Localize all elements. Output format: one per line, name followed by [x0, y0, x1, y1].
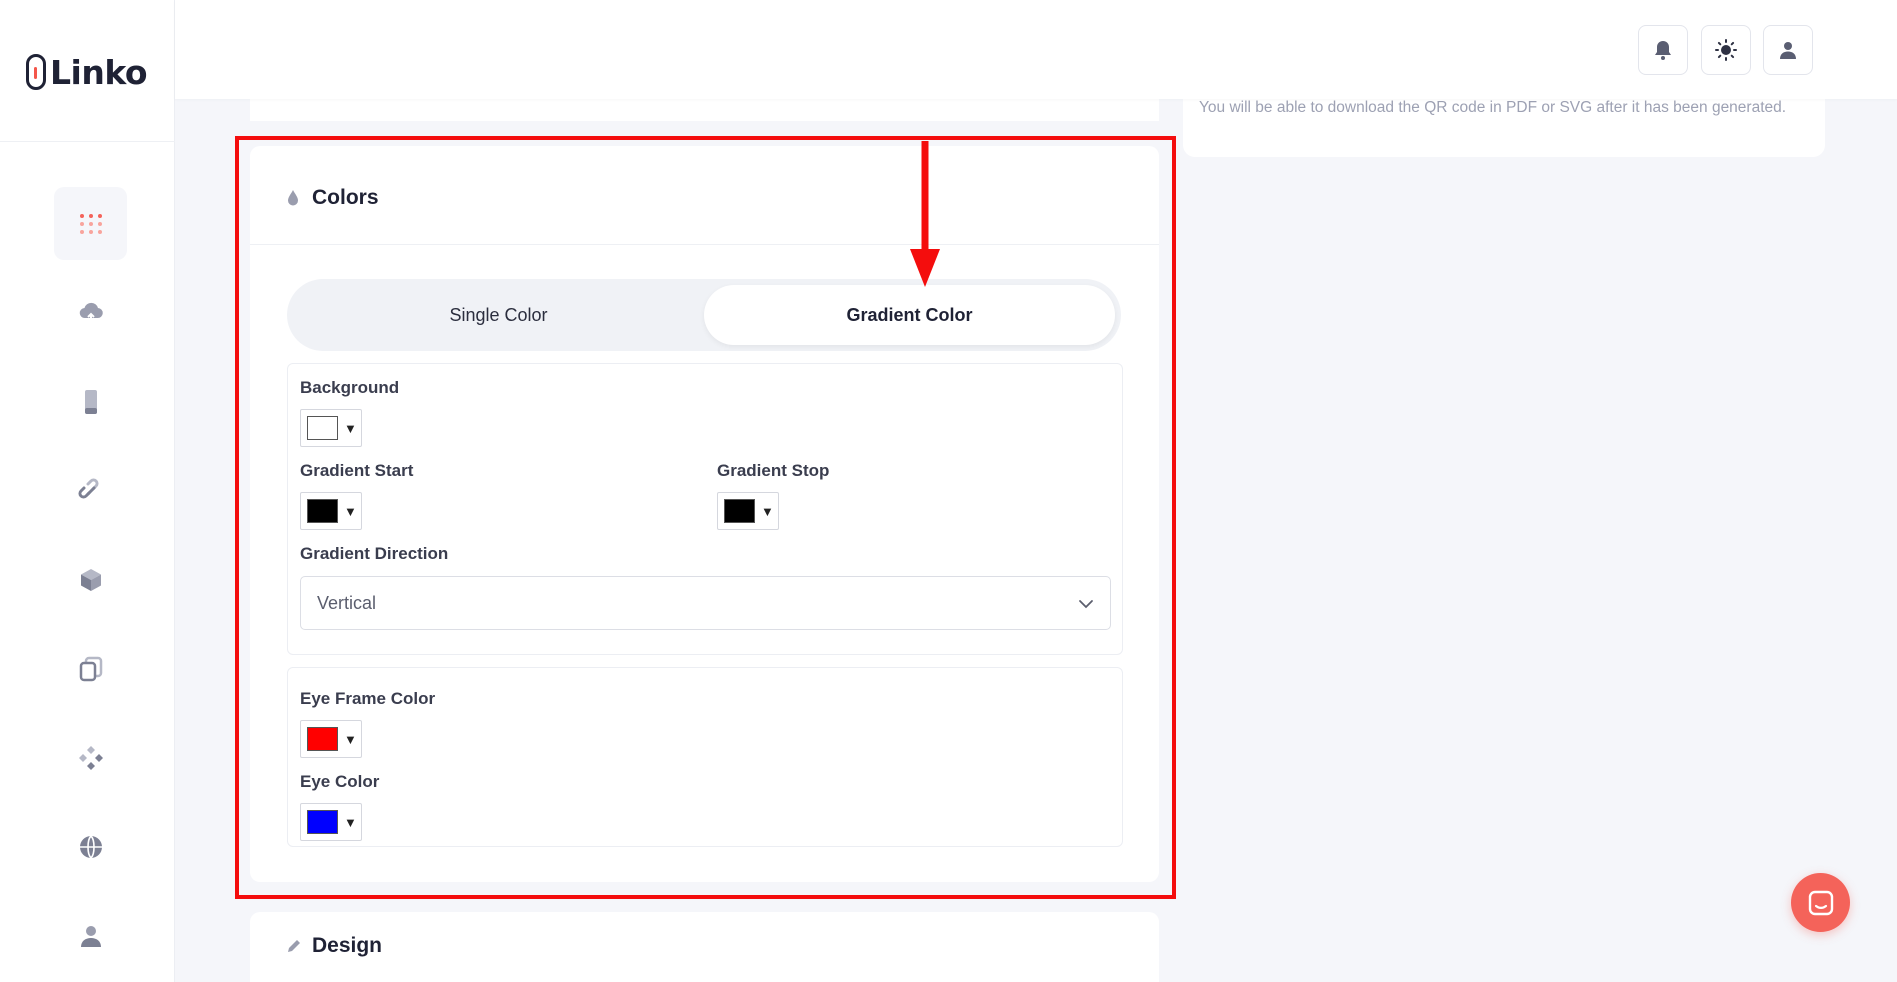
colors-header[interactable]: Colors — [286, 186, 379, 210]
user-icon — [1780, 42, 1796, 59]
gradient-stop-color-chip — [724, 499, 755, 523]
user-icon — [80, 925, 101, 947]
sidebar: Linko — [0, 0, 175, 982]
eye-color-chip — [307, 810, 338, 834]
mobile-phone-icon — [84, 389, 97, 414]
diamond-grid-icon — [78, 745, 103, 770]
tab-single-color[interactable]: Single Color — [293, 285, 704, 345]
eye-colors-panel: Eye Frame Color ▼ Eye Color ▼ — [287, 667, 1123, 847]
caret-down-icon: ▼ — [344, 420, 357, 436]
colors-divider — [250, 244, 1159, 245]
sidebar-divider — [0, 141, 175, 142]
caret-down-icon: ▼ — [344, 503, 357, 519]
sidebar-item-mobile[interactable] — [54, 365, 127, 438]
gradient-direction-value: Vertical — [317, 592, 377, 613]
colors-title: Colors — [312, 186, 379, 209]
design-card: Design — [250, 912, 1159, 982]
theme-toggle-button[interactable] — [1701, 25, 1751, 75]
sidebar-item-pages[interactable] — [54, 632, 127, 705]
eye-frame-color-label: Eye Frame Color — [300, 689, 436, 708]
sidebar-item-apps[interactable] — [54, 721, 127, 794]
logo[interactable]: Linko — [26, 52, 148, 92]
sun-icon — [1715, 39, 1737, 61]
caret-down-icon: ▼ — [761, 503, 774, 519]
background-label: Background — [300, 378, 400, 397]
download-info-text: You will be able to download the QR code… — [1199, 99, 1787, 116]
gradient-stop-color-picker[interactable]: ▼ — [717, 492, 779, 530]
link-icon — [77, 477, 99, 499]
design-header[interactable]: Design — [286, 934, 382, 958]
eye-color-picker[interactable]: ▼ — [300, 803, 362, 841]
eye-color-label: Eye Color — [300, 772, 380, 791]
globe-icon — [79, 834, 102, 859]
notifications-button[interactable] — [1638, 25, 1688, 75]
logo-text: Linko — [50, 52, 148, 92]
cube-icon — [80, 568, 101, 591]
gradient-start-color-chip — [307, 499, 338, 523]
tab-gradient-color[interactable]: Gradient Color — [704, 285, 1115, 345]
gradient-stop-label: Gradient Stop — [717, 461, 830, 480]
sidebar-item-upload[interactable] — [54, 276, 127, 349]
chat-icon — [1808, 890, 1833, 915]
gradient-direction-label: Gradient Direction — [300, 544, 449, 563]
eye-frame-color-picker[interactable]: ▼ — [300, 720, 362, 758]
top-header — [175, 0, 1897, 99]
copy-pages-icon — [79, 656, 102, 681]
cloud-upload-icon — [79, 302, 103, 323]
gradient-start-color-picker[interactable]: ▼ — [300, 492, 362, 530]
colors-card: Colors Single Color Gradient Color Backg… — [250, 146, 1159, 882]
gradient-panel: Background ▼ Gradient Start ▼ Gradient S… — [287, 363, 1123, 655]
color-mode-tabs: Single Color Gradient Color — [287, 279, 1121, 351]
bell-icon — [1655, 41, 1671, 60]
dashboard-grid-icon — [79, 213, 102, 234]
caret-down-icon: ▼ — [344, 814, 357, 830]
gradient-direction-select[interactable]: Vertical — [300, 576, 1111, 630]
eye-frame-color-chip — [307, 727, 338, 751]
droplet-icon — [286, 188, 302, 208]
sidebar-item-dashboard[interactable] — [54, 187, 127, 260]
sidebar-nav — [54, 187, 127, 982]
previous-card — [250, 99, 1159, 121]
pencil-icon — [286, 936, 302, 956]
background-color-chip — [307, 416, 338, 440]
gradient-start-label: Gradient Start — [300, 461, 414, 480]
sidebar-item-products[interactable] — [54, 543, 127, 616]
chat-support-button[interactable] — [1791, 873, 1850, 932]
background-color-picker[interactable]: ▼ — [300, 409, 362, 447]
logo-mark-icon — [26, 54, 46, 90]
sidebar-item-domains[interactable] — [54, 810, 127, 883]
profile-button[interactable] — [1763, 25, 1813, 75]
caret-down-icon: ▼ — [344, 731, 357, 747]
sidebar-item-account[interactable] — [54, 899, 127, 972]
sidebar-item-links[interactable] — [54, 454, 127, 527]
chevron-down-icon — [1079, 600, 1093, 609]
design-title: Design — [312, 934, 383, 957]
